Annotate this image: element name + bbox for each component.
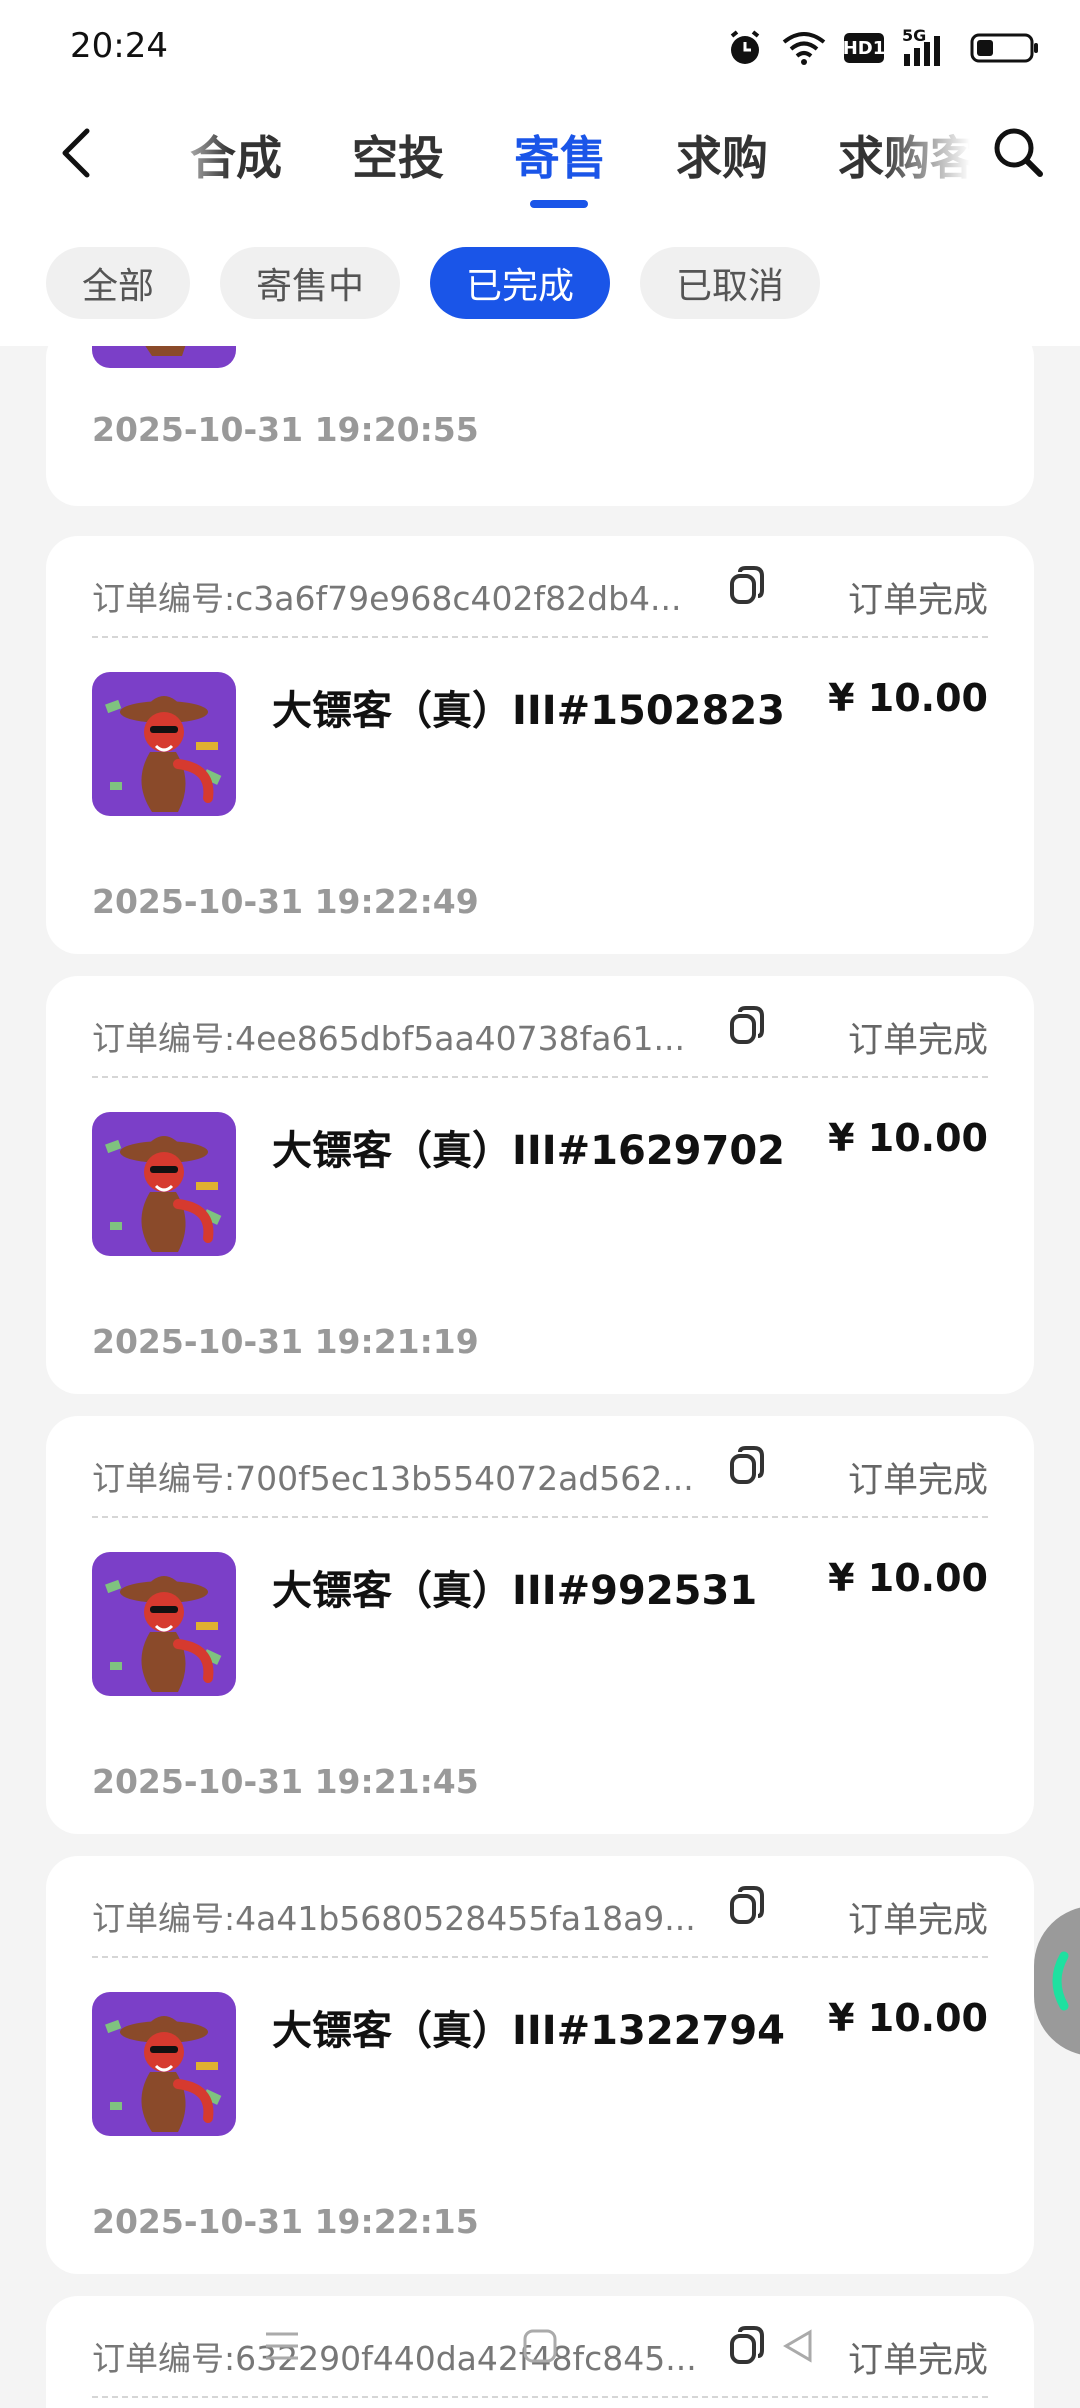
item-name: 大镖客（真）III#1629702: [272, 1128, 785, 1174]
chevron-left-icon: [62, 128, 90, 178]
order-date: 2025-10-31 19:21:19: [92, 1322, 479, 1361]
copy-icon[interactable]: [724, 562, 772, 610]
order-date: 2025-10-31 19:22:15: [92, 2202, 479, 2241]
divider: [92, 2396, 988, 2398]
order-status: 订单完成: [847, 2341, 988, 2381]
tab-jishou[interactable]: 寄售: [514, 122, 606, 188]
wifi-icon: [782, 32, 826, 65]
filter-chip-completed[interactable]: 已完成: [430, 247, 610, 319]
order-card[interactable]: 订单编号:4ee865dbf5aa40738fa61... 订单完成 大镖客（真…: [46, 976, 1034, 1394]
divider: [92, 1076, 988, 1078]
copy-icon[interactable]: [724, 1002, 772, 1050]
order-number: 订单编号:4ee865dbf5aa40738fa61...: [92, 1019, 685, 1058]
order-number: 订单编号:c3a6f79e968c402f82db4...: [92, 579, 682, 618]
filter-chip-all[interactable]: 全部: [46, 247, 190, 319]
order-number: 订单编号:700f5ec13b554072ad562...: [92, 1459, 694, 1498]
search-button[interactable]: [990, 124, 1050, 184]
tab-bar: 合成 空投 寄售 求购 求购客: [160, 96, 980, 216]
item-thumbnail: [92, 1552, 236, 1696]
order-card[interactable]: 订单编号:632290f440da42f48fc845... 订单完成: [46, 2296, 1034, 2408]
item-name: 大镖客（真）III#992531: [272, 1568, 758, 1614]
divider: [92, 636, 988, 638]
order-number: 订单编号:632290f440da42f48fc845...: [92, 2339, 697, 2378]
back-button[interactable]: [46, 118, 106, 188]
divider: [92, 1956, 988, 1958]
item-price: ¥ 10.00: [828, 1996, 988, 2040]
top-nav: 合成 空投 寄售 求购 求购客: [0, 96, 1080, 216]
alarm-icon: [730, 30, 760, 64]
signal-label: 5G: [902, 26, 927, 45]
order-status: 订单完成: [847, 1021, 988, 1061]
tab-kongtou[interactable]: 空投: [352, 122, 444, 188]
order-card[interactable]: 订单编号:700f5ec13b554072ad562... 订单完成 大镖客（真…: [46, 1416, 1034, 1834]
order-list: 2025-10-31 19:20:55 订单编号:c3a6f79e968c402…: [0, 346, 1080, 2408]
hd-icon: HD1: [842, 33, 886, 63]
tabs-fade-right: [880, 96, 980, 216]
order-card[interactable]: 订单编号:4a41b5680528455fa18a9... 订单完成 大镖客（真…: [46, 1856, 1034, 2274]
filter-chip-on-sale[interactable]: 寄售中: [220, 247, 400, 319]
item-price: ¥ 10.00: [828, 676, 988, 720]
headset-icon: [1052, 1951, 1069, 2011]
copy-icon[interactable]: [724, 1882, 772, 1930]
floating-service-button[interactable]: [1034, 1906, 1080, 2056]
item-name: 大镖客（真）III#1502823: [272, 688, 785, 734]
active-tab-indicator: [530, 200, 588, 208]
battery-icon: [970, 33, 1038, 63]
tab-qiugou[interactable]: 求购: [676, 122, 768, 188]
order-card[interactable]: 订单编号:c3a6f79e968c402f82db4... 订单完成 大镖客（真…: [46, 536, 1034, 954]
item-price: ¥ 10.00: [828, 1116, 988, 1160]
item-name: 大镖客（真）III#1322794: [272, 2008, 785, 2054]
item-thumbnail: [92, 346, 236, 368]
tabs-fade-left: [160, 96, 230, 216]
filter-chip-cancelled[interactable]: 已取消: [640, 247, 820, 319]
order-date: 2025-10-31 19:21:45: [92, 1762, 479, 1801]
item-thumbnail: [92, 1112, 236, 1256]
order-card-partial[interactable]: 2025-10-31 19:20:55: [46, 346, 1034, 506]
hd-label: HD1: [842, 37, 886, 59]
search-icon: [994, 128, 1043, 177]
item-thumbnail: [92, 672, 236, 816]
order-status: 订单完成: [847, 1901, 988, 1941]
divider: [92, 1516, 988, 1518]
copy-icon[interactable]: [724, 2322, 772, 2370]
order-number: 订单编号:4a41b5680528455fa18a9...: [92, 1899, 696, 1938]
order-date: 2025-10-31 19:22:49: [92, 882, 479, 921]
filter-bar: 全部 寄售中 已完成 已取消: [0, 216, 1080, 346]
item-price: ¥ 10.00: [828, 1556, 988, 1600]
order-status: 订单完成: [847, 581, 988, 621]
copy-icon[interactable]: [724, 1442, 772, 1490]
order-date: 2025-10-31 19:20:55: [92, 410, 479, 449]
status-bar: 20:24 HD1 5G: [0, 0, 1080, 96]
signal-5g-icon: 5G: [902, 26, 952, 66]
order-status: 订单完成: [847, 1461, 988, 1501]
status-icons: HD1 5G: [726, 26, 1040, 70]
status-time: 20:24: [70, 26, 168, 66]
item-thumbnail: [92, 1992, 236, 2136]
